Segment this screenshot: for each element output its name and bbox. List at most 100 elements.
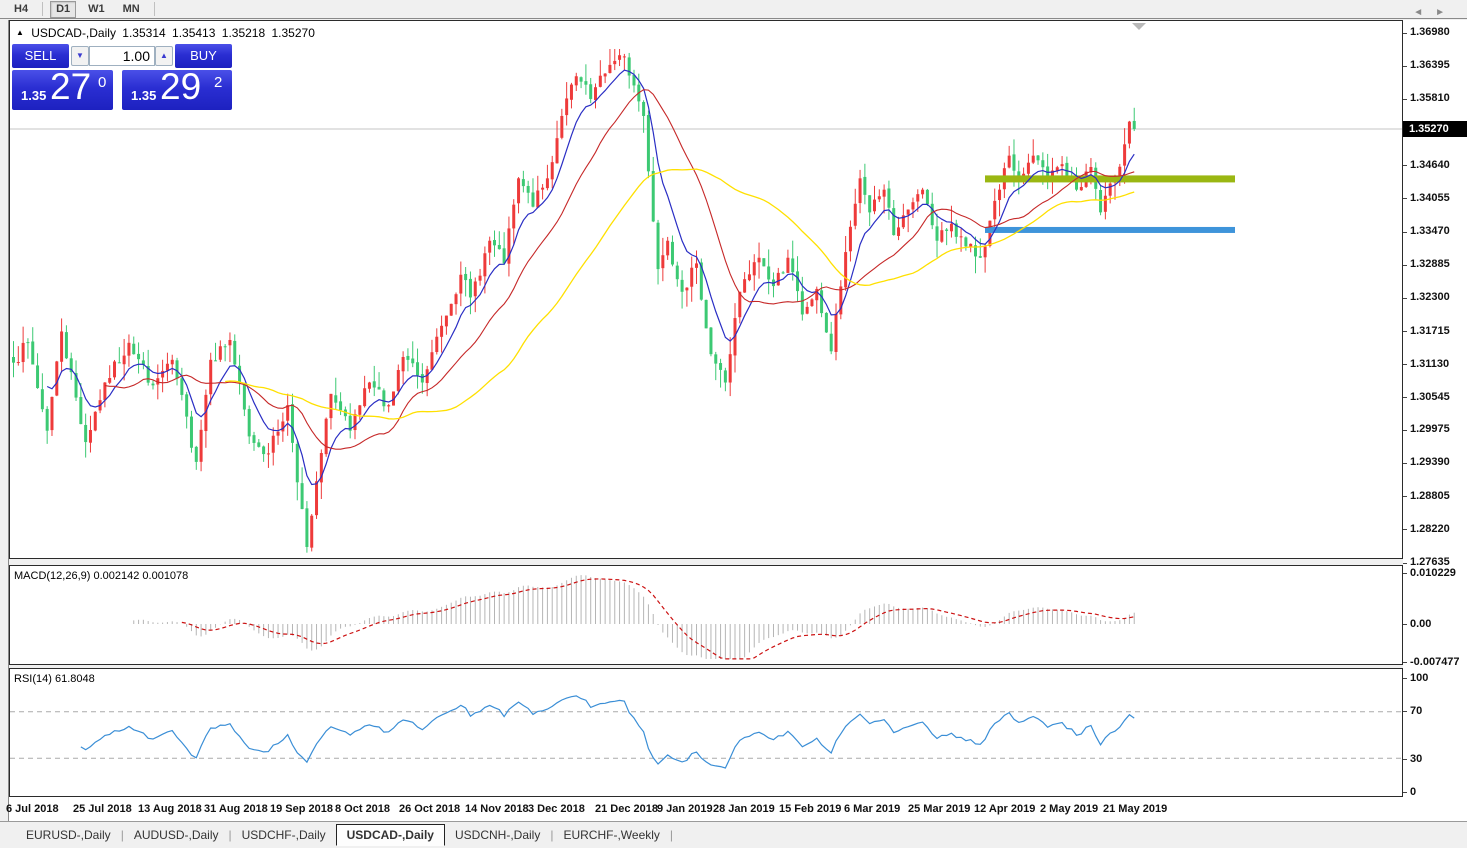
price-tick-label: 1.34640 — [1410, 159, 1450, 171]
date-tick-label: 26 Oct 2018 — [399, 803, 460, 815]
price-tick-mark — [1403, 331, 1407, 332]
macd-chart[interactable] — [10, 566, 1402, 664]
candles — [12, 49, 1136, 553]
rsi-chart[interactable] — [10, 669, 1402, 796]
chart-symbol-label: USDCAD-,Daily — [31, 26, 116, 40]
dock-strip — [0, 20, 9, 848]
chart-tab-bar: EURUSD-,Daily|AUDUSD-,Daily|USDCHF-,Dail… — [0, 821, 1467, 848]
rsi-line — [81, 696, 1134, 768]
lot-decrease-icon[interactable]: ▼ — [71, 46, 89, 66]
price-tick-label: 1.30545 — [1410, 391, 1450, 403]
price-tick-label: 1.34055 — [1410, 192, 1450, 204]
buy-price-box[interactable]: 1.35 29 2 — [122, 70, 232, 110]
toolbar-separator — [154, 2, 155, 16]
macd-indicator-label: MACD(12,26,9) 0.002142 0.001078 — [14, 570, 188, 582]
rsi-tick-label: 0 — [1410, 786, 1416, 798]
rsi-tick-label: 100 — [1410, 672, 1428, 684]
price-tick-mark — [1403, 364, 1407, 365]
timeframe-button-mn[interactable]: MN — [117, 1, 146, 18]
price-axis[interactable]: 1.369801.363951.358101.346401.340551.334… — [1403, 20, 1467, 821]
sell-button[interactable]: SELL — [12, 44, 69, 68]
current-price-box: 1.35270 — [1403, 121, 1467, 137]
price-tick-mark — [1403, 198, 1407, 199]
macd-tick-label: 0.00 — [1410, 618, 1431, 630]
tab-usdcad-daily[interactable]: USDCAD-,Daily — [336, 824, 445, 846]
price-tick-label: 1.32300 — [1410, 291, 1450, 303]
rsi-panel[interactable] — [9, 668, 1403, 797]
timeframe-toolbar: H4 D1 W1 MN — [0, 0, 1467, 19]
price-tick-mark — [1403, 232, 1407, 233]
date-tick-label: 6 Mar 2019 — [844, 803, 900, 815]
toolbar-separator — [42, 2, 43, 16]
date-tick-label: 8 Oct 2018 — [335, 803, 390, 815]
price-tick-label: 1.29975 — [1410, 423, 1450, 435]
sell-price-main: 27 — [50, 66, 91, 108]
date-tick-label: 9 Jan 2019 — [657, 803, 713, 815]
rsi-tick-label: 70 — [1410, 705, 1422, 717]
price-tick-label: 1.31715 — [1410, 325, 1450, 337]
rsi-tick-mark — [1403, 711, 1407, 712]
timeframe-button-d1[interactable]: D1 — [50, 1, 76, 18]
price-tick-label: 1.36395 — [1410, 59, 1450, 71]
price-tick-mark — [1403, 265, 1407, 266]
date-tick-label: 15 Feb 2019 — [779, 803, 841, 815]
price-tick-mark — [1403, 563, 1407, 564]
buy-price-pip: 2 — [214, 74, 222, 91]
lot-increase-icon[interactable]: ▲ — [155, 46, 173, 66]
date-tick-label: 2 May 2019 — [1040, 803, 1098, 815]
date-tick-label: 14 Nov 2018 — [465, 803, 529, 815]
quote-close: 1.35270 — [272, 26, 315, 40]
one-click-trade-panel: SELL ▼ ▲ BUY 1.35 27 0 1.35 29 2 — [12, 44, 232, 110]
date-tick-label: 13 Aug 2018 — [138, 803, 202, 815]
date-tick-label: 31 Aug 2018 — [204, 803, 268, 815]
tab-usdchf-daily[interactable]: USDCHF-,Daily — [232, 825, 336, 845]
date-tick-label: 25 Mar 2019 — [908, 803, 970, 815]
quote-high: 1.35413 — [172, 26, 215, 40]
terminal-window: H4 D1 W1 MN ▲ USDCAD-,Daily 1.35314 1.35413… — [0, 0, 1467, 848]
date-tick-label: 21 Dec 2018 — [595, 803, 658, 815]
price-tick-label: 1.33470 — [1410, 225, 1450, 237]
tab-scroll-buttons: ◄► — [1413, 7, 1457, 18]
macd-tick-label: -0.007477 — [1410, 656, 1460, 668]
tab-eurchf-weekly[interactable]: EURCHF-,Weekly — [553, 825, 669, 845]
quote-open: 1.35314 — [122, 26, 165, 40]
price-tick-mark — [1403, 66, 1407, 67]
macd-tick-mark — [1403, 624, 1407, 625]
price-tick-label: 1.28805 — [1410, 490, 1450, 502]
date-tick-label: 28 Jan 2019 — [713, 803, 775, 815]
price-tick-mark — [1403, 430, 1407, 431]
sell-price-pip: 0 — [98, 74, 106, 91]
price-tick-mark — [1403, 99, 1407, 100]
tab-separator: | — [670, 828, 673, 842]
buy-button[interactable]: BUY — [175, 44, 232, 68]
tab-scroll-right-icon[interactable]: ► — [1435, 7, 1457, 18]
rsi-tick-mark — [1403, 792, 1407, 793]
lot-size-input[interactable] — [89, 46, 155, 66]
price-tick-label: 1.31130 — [1410, 358, 1449, 370]
chart-shift-marker-icon[interactable] — [1132, 23, 1146, 30]
macd-tick-label: 0.010229 — [1410, 567, 1456, 579]
macd-tick-mark — [1403, 662, 1407, 663]
date-tick-label: 3 Dec 2018 — [528, 803, 585, 815]
moving-average-8 — [47, 70, 1134, 484]
price-tick-label: 1.28220 — [1410, 523, 1450, 535]
chart-header: ▲ USDCAD-,Daily 1.35314 1.35413 1.35218 … — [16, 26, 318, 40]
tab-usdcnh-daily[interactable]: USDCNH-,Daily — [445, 825, 550, 845]
buy-price-prefix: 1.35 — [131, 88, 156, 103]
price-tick-mark — [1403, 165, 1407, 166]
macd-panel[interactable] — [9, 565, 1403, 665]
tab-audusd-daily[interactable]: AUDUSD-,Daily — [124, 825, 229, 845]
price-tick-mark — [1403, 397, 1407, 398]
tab-eurusd-daily[interactable]: EURUSD-,Daily — [16, 825, 121, 845]
timeframe-button-w1[interactable]: W1 — [82, 1, 111, 18]
collapse-triangle-icon[interactable]: ▲ — [16, 28, 24, 37]
sell-price-box[interactable]: 1.35 27 0 — [12, 70, 113, 110]
tab-scroll-left-icon[interactable]: ◄ — [1413, 7, 1435, 18]
timeframe-button-h4[interactable]: H4 — [8, 1, 34, 18]
macd-tick-mark — [1403, 573, 1407, 574]
date-tick-label: 6 Jul 2018 — [6, 803, 59, 815]
rsi-tick-mark — [1403, 759, 1407, 760]
price-tick-mark — [1403, 298, 1407, 299]
sell-price-prefix: 1.35 — [21, 88, 46, 103]
price-tick-mark — [1403, 529, 1407, 530]
